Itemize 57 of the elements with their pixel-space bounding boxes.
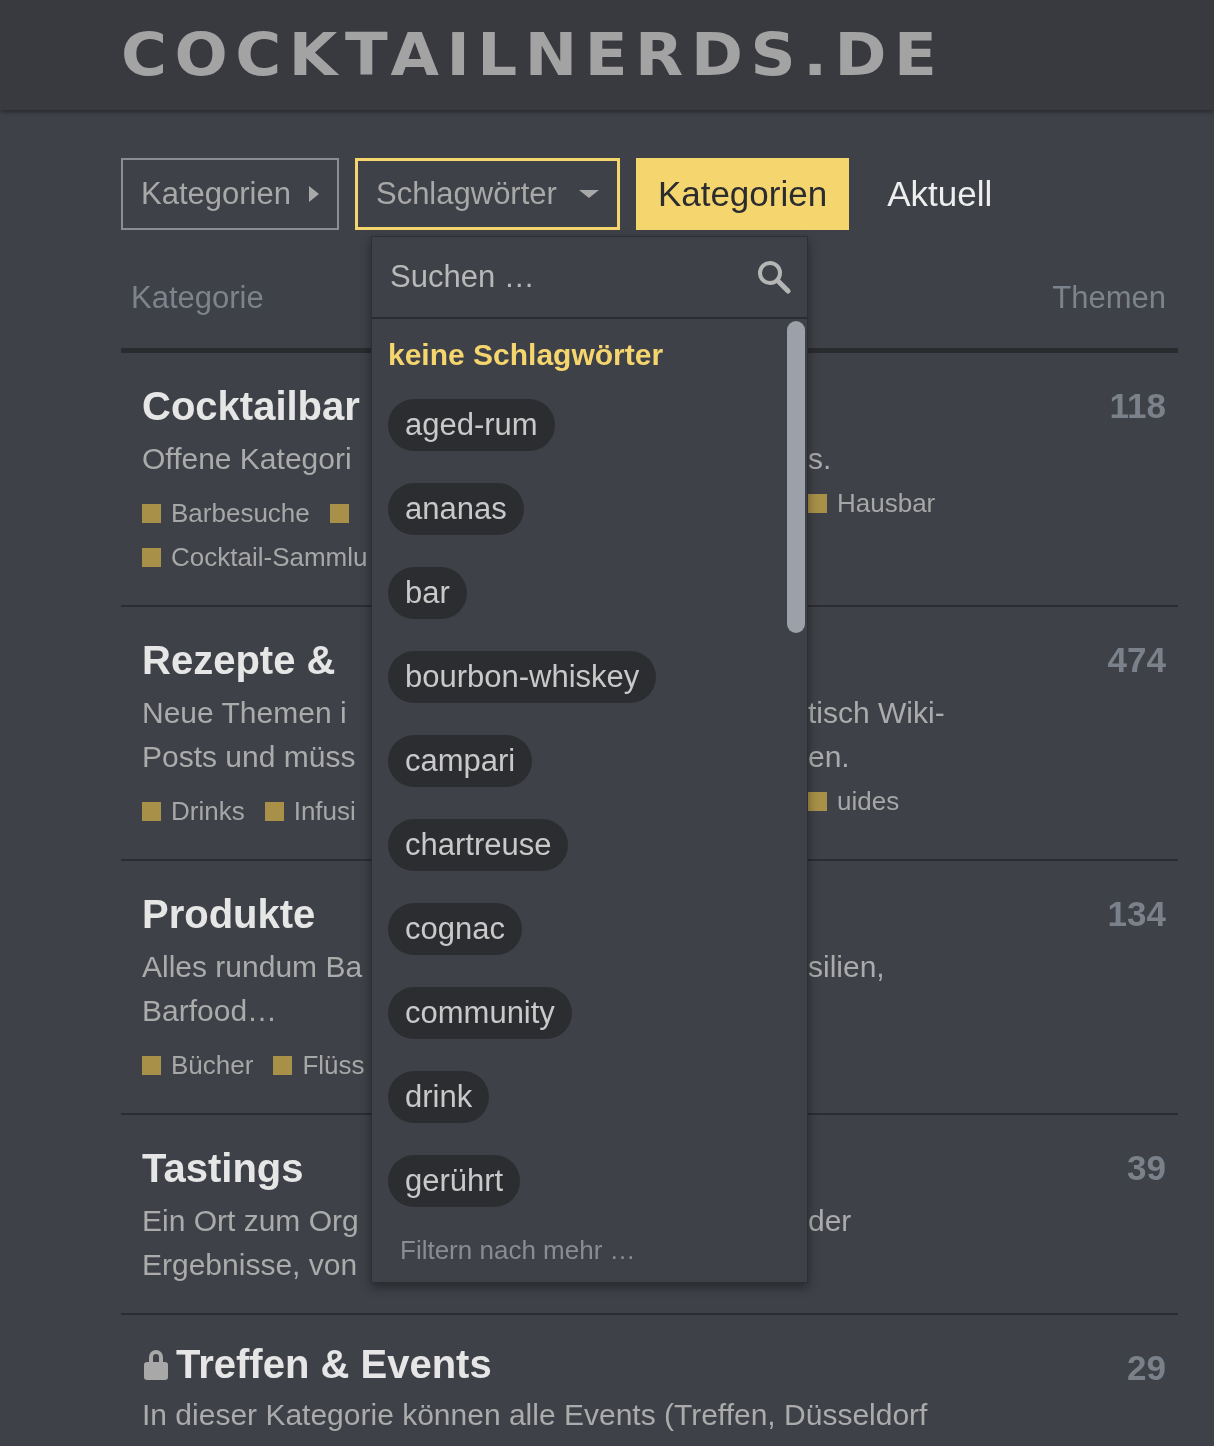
site-logo[interactable]: COCKTAILNERDS.DE	[121, 21, 945, 89]
category-description: Barfood…	[142, 994, 278, 1027]
category-title[interactable]: Rezepte &	[142, 637, 336, 683]
nav-tab[interactable]: Kategorien	[635, 158, 850, 230]
topic-count: 29	[1126, 1347, 1166, 1389]
category-tag[interactable]: Drinks	[142, 795, 245, 827]
category-description: Posts und müss	[142, 740, 356, 773]
category-title[interactable]: Produkte	[142, 891, 316, 937]
category-title[interactable]: Tastings	[142, 1145, 304, 1191]
tag-option[interactable]: drink	[388, 1071, 490, 1123]
column-header: Kategorie	[131, 280, 264, 317]
category-row[interactable]: Treffen & Events 29 In dieser Kategorie können alle Events (Treffen, Düsseldorf	[121, 1315, 1178, 1446]
scrollbar-thumb[interactable]	[787, 321, 805, 633]
tags-dropdown[interactable]: Schlagwörter	[354, 158, 620, 230]
category-description: silien,	[808, 950, 885, 983]
filter-more-hint: Filtern nach mehr …	[399, 1235, 637, 1267]
category-tag[interactable]: Cocktail-Sammlu	[142, 541, 368, 573]
tag-option[interactable]: cognac	[388, 903, 522, 955]
categories-menu-button[interactable]: Kategorien	[121, 158, 339, 230]
tag-option[interactable]: ananas	[388, 483, 524, 535]
tag-option[interactable]: chartreuse	[388, 819, 569, 871]
category-tag[interactable]: Bücher	[142, 1049, 254, 1081]
tag-option[interactable]: gerührt	[388, 1155, 521, 1207]
category-description: s.	[808, 442, 832, 475]
category-tag[interactable]: uides	[808, 785, 900, 817]
category-description: en.	[808, 740, 850, 773]
tag-option[interactable]: community	[388, 987, 572, 1039]
category-description: der	[808, 1204, 852, 1237]
category-tag[interactable]: Hausbar	[808, 487, 936, 519]
category-description: Ein Ort zum Org	[142, 1204, 359, 1237]
category-description: tisch Wiki-	[808, 696, 945, 729]
no-tags-option[interactable]: keine Schlagwörter	[388, 335, 664, 375]
topic-count: 118	[1108, 385, 1166, 427]
category-description: In dieser Kategorie können alle Events (Treffen, Düsseldorf	[142, 1399, 929, 1431]
tag-option[interactable]: campari	[388, 735, 533, 787]
column-header: Themen	[1052, 280, 1166, 317]
category-description: Alles rundum Ba	[142, 950, 363, 983]
category-tag[interactable]: Flüss	[273, 1049, 365, 1081]
category-title[interactable]: Treffen & Events	[176, 1341, 492, 1387]
nav-tab[interactable]: Aktuell	[865, 158, 1015, 230]
search-input[interactable]: Suchen …	[388, 258, 757, 296]
caret-icon	[308, 186, 319, 202]
caret-icon	[578, 190, 599, 198]
tag-square-icon	[329, 503, 349, 523]
category-description: Ergebnisse, von	[142, 1248, 358, 1281]
tag-option[interactable]: bar	[388, 567, 467, 619]
category-description: Neue Themen i	[142, 696, 347, 729]
category-description: Offene Kategori	[142, 442, 352, 475]
tag-option[interactable]: aged-rum	[388, 399, 555, 451]
category-title[interactable]: Cocktailbar	[142, 383, 360, 429]
tag-option[interactable]: bourbon-whiskey	[388, 651, 657, 703]
category-tag[interactable]: Barbesuche	[142, 497, 310, 529]
search-icon	[757, 260, 791, 294]
topic-count: 474	[1106, 639, 1166, 681]
topic-count: 39	[1126, 1147, 1166, 1189]
category-tag[interactable]: Infusi	[264, 795, 356, 827]
topic-count: 134	[1106, 893, 1166, 935]
